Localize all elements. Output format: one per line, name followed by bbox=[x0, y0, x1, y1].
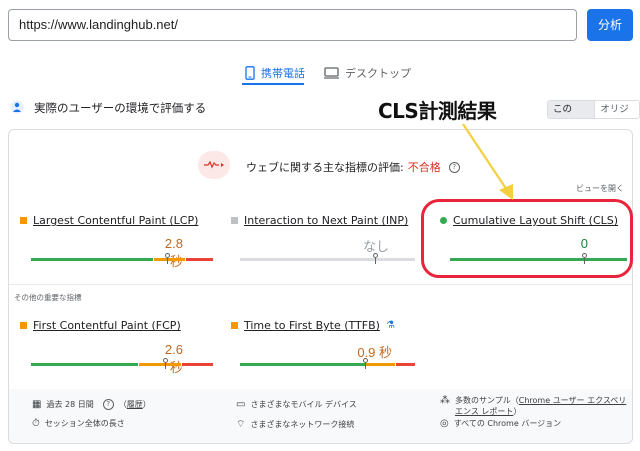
footer-network: ⌔ さまざまなネットワーク接続 bbox=[236, 418, 354, 431]
analyze-button[interactable]: 分析 bbox=[587, 9, 633, 41]
cls-highlight-box bbox=[421, 199, 633, 278]
metric-lcp-title: Largest Contentful Paint (LCP) bbox=[20, 214, 198, 227]
experimental-flask-icon: ⚗ bbox=[385, 320, 395, 331]
footer-session: ⏱ セッション全体の長さ bbox=[32, 418, 125, 429]
footer-chrome: ◎ すべての Chrome バージョン bbox=[440, 418, 561, 429]
fail-wave-icon bbox=[204, 160, 224, 169]
footer-session-text: セッション全体の長さ bbox=[44, 419, 125, 428]
footer-samples: ⁂ 多数のサンプル（Chrome ユーザー エクスペリエンス レポート） bbox=[440, 395, 630, 417]
section-divider bbox=[9, 284, 632, 285]
chrome-icon: ◎ bbox=[440, 418, 449, 429]
devices-icon: ▭ bbox=[236, 399, 246, 410]
metric-inp-marker-line bbox=[375, 258, 376, 264]
assessment-result: 不合格 bbox=[407, 161, 441, 174]
metric-lcp-bar bbox=[31, 258, 213, 261]
field-data-title: 実際のユーザーの環境で評価する bbox=[34, 100, 207, 115]
metric-ttfb-bar bbox=[240, 363, 415, 366]
url-input[interactable]: https://www.landinghub.net/ bbox=[8, 9, 577, 41]
field-data-header: 実際のユーザーの環境で評価する bbox=[10, 99, 206, 116]
footer-chrome-text: すべての Chrome バージョン bbox=[453, 419, 562, 428]
metric-fcp-title: First Contentful Paint (FCP) bbox=[20, 319, 181, 332]
metric-fcp-marker-line bbox=[165, 363, 166, 369]
metric-ttfb-link[interactable]: Time to First Byte (TTFB) bbox=[244, 319, 380, 332]
toggle-this-url[interactable]: この URL bbox=[548, 101, 595, 118]
help-icon[interactable]: ? bbox=[102, 399, 114, 410]
metric-fcp-bar bbox=[31, 363, 213, 366]
footer-devices-text: さまざまなモバイル デバイス bbox=[250, 400, 357, 409]
wifi-icon: ⌔ bbox=[236, 419, 246, 430]
metric-lcp-link[interactable]: Largest Contentful Paint (LCP) bbox=[33, 214, 198, 227]
status-square-icon bbox=[20, 217, 27, 224]
tab-desktop-label: デスクトップ bbox=[345, 67, 411, 80]
status-square-icon bbox=[20, 322, 27, 329]
active-tab-indicator bbox=[242, 83, 304, 85]
footer-devices: ▭ さまざまなモバイル デバイス bbox=[236, 399, 357, 410]
samples-icon: ⁂ bbox=[440, 395, 450, 406]
assessment-text: ウェブに関する主な指標の評価: 不合格 ? bbox=[246, 159, 460, 175]
metric-inp-title: Interaction to Next Paint (INP) bbox=[231, 214, 408, 227]
tab-desktop[interactable]: デスクトップ bbox=[324, 60, 411, 86]
assessment-prefix: ウェブに関する主な指標の評価: bbox=[246, 161, 404, 174]
fail-badge bbox=[198, 151, 230, 179]
metric-lcp-marker-line bbox=[167, 258, 168, 264]
expand-view-link[interactable]: ビューを開く bbox=[576, 183, 624, 194]
status-square-icon bbox=[231, 322, 238, 329]
metric-inp-value: なし bbox=[362, 239, 389, 254]
footer-samples-prefix: 多数のサンプル（ bbox=[455, 396, 519, 405]
status-square-icon bbox=[231, 217, 238, 224]
footer-samples-text: 多数のサンプル（Chrome ユーザー エクスペリエンス レポート） bbox=[455, 395, 630, 417]
phone-icon bbox=[245, 66, 255, 80]
timer-icon: ⏱ bbox=[32, 418, 40, 429]
metric-ttfb-value: 0.9 秒 bbox=[357, 345, 392, 360]
footer-network-text: さまざまなネットワーク接続 bbox=[250, 420, 355, 429]
history-link[interactable]: 履歴 bbox=[127, 400, 143, 409]
other-metrics-label: その他の重要な指標 bbox=[14, 293, 82, 302]
users-icon bbox=[10, 100, 24, 114]
footer-period-text: 過去 28 日間 bbox=[46, 400, 94, 409]
footer-period: ▦ 過去 28 日間 ? （履歴） bbox=[32, 399, 151, 410]
toggle-origin[interactable]: オリジン bbox=[594, 101, 639, 118]
url-origin-toggle[interactable]: この URL オリジン bbox=[547, 100, 640, 119]
metric-inp-link[interactable]: Interaction to Next Paint (INP) bbox=[244, 214, 408, 227]
arrow-annotation-icon bbox=[462, 123, 513, 200]
tab-mobile-label: 携帯電話 bbox=[261, 67, 305, 80]
metric-fcp-link[interactable]: First Contentful Paint (FCP) bbox=[33, 319, 181, 332]
metric-ttfb-marker-line bbox=[365, 363, 366, 369]
footer-samples-suffix: ） bbox=[513, 407, 522, 416]
metric-inp-bar bbox=[240, 258, 415, 261]
monitor-icon bbox=[324, 67, 339, 79]
calendar-icon: ▦ bbox=[32, 399, 42, 410]
metric-ttfb-title: Time to First Byte (TTFB) ⚗ bbox=[231, 319, 395, 332]
